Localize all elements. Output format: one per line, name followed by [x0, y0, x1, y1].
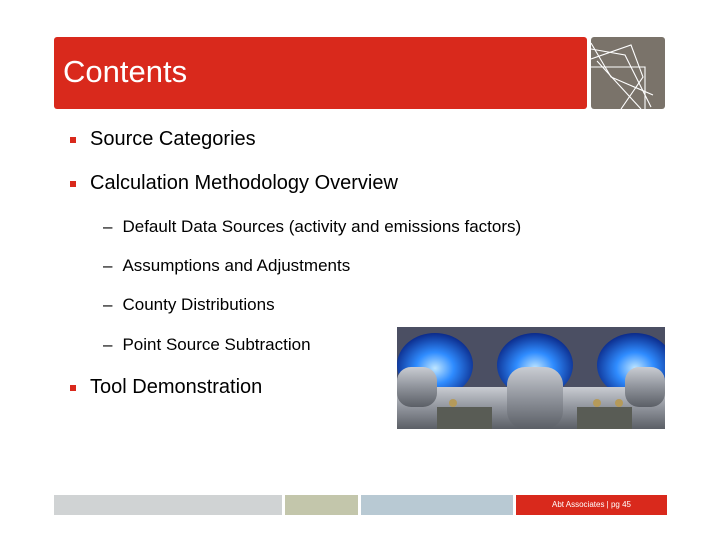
dash-icon: – [103, 256, 113, 275]
footer-bar-blue [361, 495, 513, 515]
bullet-calculation-methodology: Calculation Methodology Overview [70, 172, 398, 195]
bullet-square-icon [70, 136, 76, 143]
footer-bar-red: Abt Associates | pg 45 [516, 495, 667, 515]
dash-icon: – [103, 217, 113, 236]
bullet-label: Source Categories [90, 128, 256, 150]
sub-bullet-county-distributions: – County Distributions [103, 295, 275, 315]
sub-bullet-point-source-subtraction: – Point Source Subtraction [103, 335, 311, 355]
bullet-square-icon [70, 384, 76, 391]
burner-flames-photo [397, 327, 665, 429]
abt-logo [591, 37, 665, 109]
slide-title: Contents [63, 54, 188, 89]
footer-page-label: Abt Associates | pg 45 [551, 500, 631, 509]
bullet-tool-demonstration: Tool Demonstration [70, 376, 262, 399]
bullet-label: Tool Demonstration [90, 376, 263, 398]
sub-bullet-label: County Distributions [122, 295, 275, 314]
bullet-square-icon [70, 180, 76, 187]
bullet-label: Calculation Methodology Overview [90, 172, 398, 194]
bullet-source-categories: Source Categories [70, 128, 256, 151]
sub-bullet-label: Point Source Subtraction [122, 335, 311, 354]
logo-lines-icon [591, 42, 654, 109]
footer-bar-olive [285, 495, 358, 515]
title-bar: Contents [54, 37, 587, 109]
dash-icon: – [103, 335, 113, 354]
sub-bullet-label: Default Data Sources (activity and emiss… [122, 217, 522, 236]
footer-bar-gray [54, 495, 282, 515]
sub-bullet-assumptions: – Assumptions and Adjustments [103, 256, 350, 276]
sub-bullet-default-data-sources: – Default Data Sources (activity and emi… [103, 217, 521, 237]
dash-icon: – [103, 295, 113, 314]
sub-bullet-label: Assumptions and Adjustments [122, 256, 351, 275]
burner-illustration [397, 327, 665, 429]
